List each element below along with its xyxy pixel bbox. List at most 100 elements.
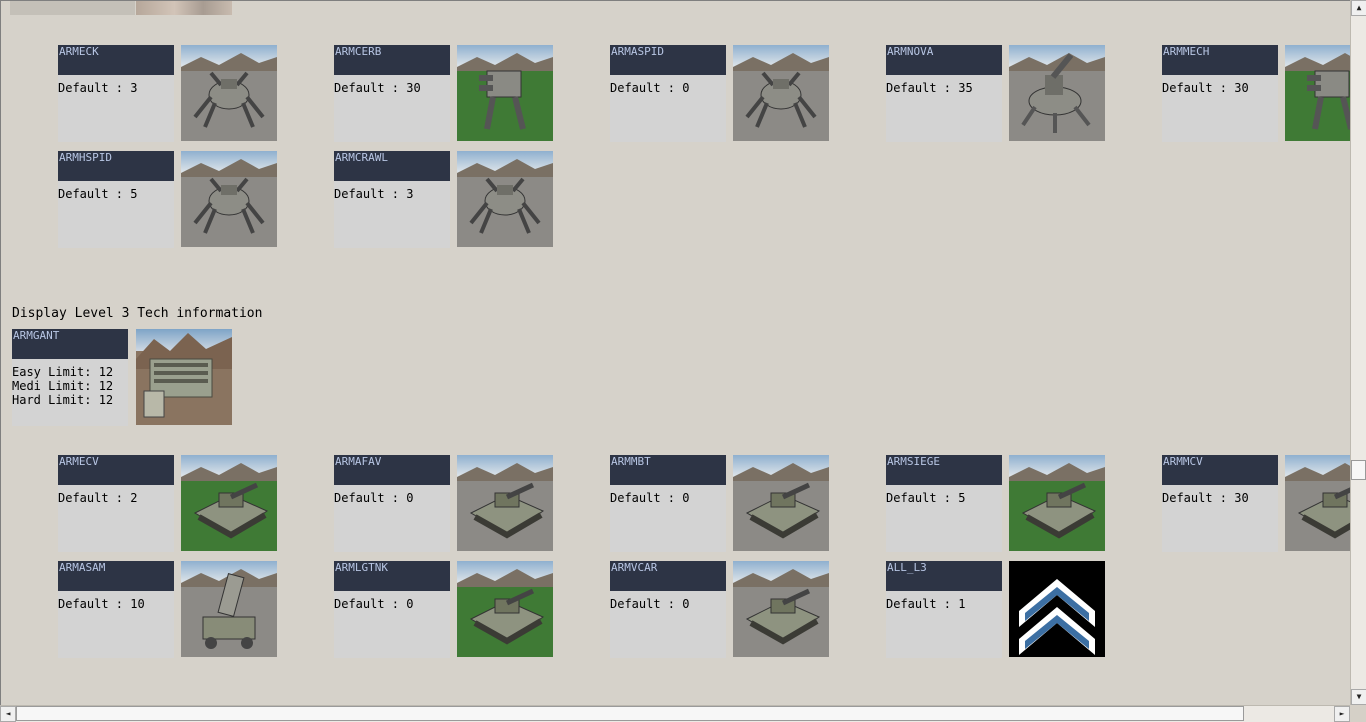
hard-limit: Hard Limit: 12 bbox=[12, 393, 114, 407]
unit-name: ARMECV bbox=[58, 455, 174, 485]
unit-default-limit: Default : 10 bbox=[58, 597, 145, 611]
scroll-up-button[interactable]: ▲ bbox=[1351, 0, 1366, 16]
vehicle-unit-image[interactable] bbox=[181, 455, 277, 551]
unit-card-armasam[interactable]: ARMASAM Default : 10 bbox=[58, 561, 278, 658]
vehicle-unit-image[interactable] bbox=[733, 561, 829, 657]
tank-unit-image[interactable] bbox=[457, 561, 553, 657]
unit-card-armmcv[interactable]: ARMMCV Default : 30 bbox=[1162, 455, 1351, 552]
unit-card-armmbt[interactable]: ARMMBT Default : 0 bbox=[610, 455, 830, 552]
cut-off-card bbox=[10, 1, 135, 15]
walker-unit-image[interactable] bbox=[1285, 45, 1351, 141]
walker-unit-image[interactable] bbox=[457, 45, 553, 141]
unit-name: ALL_L3 bbox=[886, 561, 1002, 591]
unit-name: ARMAFAV bbox=[334, 455, 450, 485]
unit-info: ARMNOVA Default : 35 bbox=[886, 45, 1002, 142]
vehicle-unit-image[interactable] bbox=[1285, 455, 1351, 551]
horizontal-scrollbar[interactable]: ◄ ► bbox=[0, 705, 1350, 722]
factory-building-image[interactable] bbox=[136, 329, 232, 425]
horizontal-scroll-thumb[interactable] bbox=[16, 706, 1244, 721]
medi-limit: Medi Limit: 12 bbox=[12, 379, 114, 393]
unit-info: ARMVCAR Default : 0 bbox=[610, 561, 726, 658]
unit-default-limit: Default : 0 bbox=[610, 491, 690, 505]
unit-card-all_l3[interactable]: ALL_L3 Default : 1 bbox=[886, 561, 1106, 658]
spider-unit-image[interactable] bbox=[733, 45, 829, 141]
unit-default-limit: Default : 35 bbox=[886, 81, 973, 95]
unit-default-limit: Default : 5 bbox=[886, 491, 966, 505]
unit-default-limit: Default : 0 bbox=[610, 597, 690, 611]
unit-default-limit: Default : 30 bbox=[1162, 81, 1249, 95]
unit-info: ARMASAM Default : 10 bbox=[58, 561, 174, 658]
section-title-level3: Display Level 3 Tech information bbox=[12, 306, 263, 321]
chevron-rank-icon[interactable] bbox=[1009, 561, 1105, 657]
cut-off-unit-image bbox=[136, 1, 232, 15]
unit-card-armnova[interactable]: ARMNOVA Default : 35 bbox=[886, 45, 1106, 142]
crawler-unit-image[interactable] bbox=[457, 151, 553, 247]
factory-name: ARMGANT bbox=[12, 329, 128, 359]
missile-unit-image[interactable] bbox=[181, 561, 277, 657]
unit-card-armafav[interactable]: ARMAFAV Default : 0 bbox=[334, 455, 554, 552]
unit-card-armhspid[interactable]: ARMHSPID Default : 5 bbox=[58, 151, 278, 248]
spider-unit-image[interactable] bbox=[181, 45, 277, 141]
unit-info: ARMMECH Default : 30 bbox=[1162, 45, 1278, 142]
unit-card-armaspid[interactable]: ARMASPID Default : 0 bbox=[610, 45, 830, 142]
factory-info: ARMGANT Easy Limit: 12 Medi Limit: 12 Ha… bbox=[12, 329, 128, 426]
tank-unit-image[interactable] bbox=[1009, 455, 1105, 551]
unit-default-limit: Default : 0 bbox=[610, 81, 690, 95]
vehicle-unit-image[interactable] bbox=[457, 455, 553, 551]
unit-name: ARMVCAR bbox=[610, 561, 726, 591]
unit-default-limit: Default : 0 bbox=[334, 597, 414, 611]
page-viewport: ARMECK Default : 3 ARMCERB Default : 30 ARMA… bbox=[0, 0, 1351, 706]
unit-info: ARMMCV Default : 30 bbox=[1162, 455, 1278, 552]
factory-card-armgant[interactable]: ARMGANT Easy Limit: 12 Medi Limit: 12 Ha… bbox=[12, 329, 232, 426]
unit-card-armmech[interactable]: ARMMECH Default : 30 bbox=[1162, 45, 1351, 142]
unit-info: ALL_L3 Default : 1 bbox=[886, 561, 1002, 658]
vertical-scroll-thumb[interactable] bbox=[1351, 460, 1366, 480]
unit-info: ARMHSPID Default : 5 bbox=[58, 151, 174, 248]
unit-name: ARMCRAWL bbox=[334, 151, 450, 181]
tank-unit-image[interactable] bbox=[733, 455, 829, 551]
scroll-right-button[interactable]: ► bbox=[1334, 706, 1350, 722]
unit-info: ARMAFAV Default : 0 bbox=[334, 455, 450, 552]
unit-info: ARMCERB Default : 30 bbox=[334, 45, 450, 142]
unit-default-limit: Default : 5 bbox=[58, 187, 138, 201]
unit-default-limit: Default : 3 bbox=[58, 81, 138, 95]
unit-card-armcerb[interactable]: ARMCERB Default : 30 bbox=[334, 45, 554, 142]
unit-default-limit: Default : 1 bbox=[886, 597, 966, 611]
unit-default-limit: Default : 30 bbox=[1162, 491, 1249, 505]
unit-default-limit: Default : 3 bbox=[334, 187, 414, 201]
unit-info: ARMSIEGE Default : 5 bbox=[886, 455, 1002, 552]
unit-name: ARMASAM bbox=[58, 561, 174, 591]
unit-name: ARMNOVA bbox=[886, 45, 1002, 75]
unit-card-armvcar[interactable]: ARMVCAR Default : 0 bbox=[610, 561, 830, 658]
unit-card-armlgtnk[interactable]: ARMLGTNK Default : 0 bbox=[334, 561, 554, 658]
factory-limits: Easy Limit: 12 Medi Limit: 12 Hard Limit… bbox=[12, 365, 113, 407]
unit-default-limit: Default : 0 bbox=[334, 491, 414, 505]
unit-info: ARMLGTNK Default : 0 bbox=[334, 561, 450, 658]
artillery-unit-image[interactable] bbox=[1009, 45, 1105, 141]
scroll-left-button[interactable]: ◄ bbox=[0, 706, 16, 722]
unit-default-limit: Default : 2 bbox=[58, 491, 138, 505]
unit-default-limit: Default : 30 bbox=[334, 81, 421, 95]
easy-limit: Easy Limit: 12 bbox=[12, 365, 114, 379]
vertical-scrollbar[interactable]: ▲ ▼ bbox=[1350, 0, 1366, 705]
unit-name: ARMMECH bbox=[1162, 45, 1278, 75]
unit-info: ARMECK Default : 3 bbox=[58, 45, 174, 142]
unit-name: ARMASPID bbox=[610, 45, 726, 75]
unit-name: ARMLGTNK bbox=[334, 561, 450, 591]
unit-info: ARMMBT Default : 0 bbox=[610, 455, 726, 552]
spider-unit-image[interactable] bbox=[181, 151, 277, 247]
unit-card-armecv[interactable]: ARMECV Default : 2 bbox=[58, 455, 278, 552]
unit-name: ARMHSPID bbox=[58, 151, 174, 181]
unit-name: ARMMBT bbox=[610, 455, 726, 485]
unit-name: ARMECK bbox=[58, 45, 174, 75]
unit-name: ARMCERB bbox=[334, 45, 450, 75]
unit-name: ARMMCV bbox=[1162, 455, 1278, 485]
unit-info: ARMCRAWL Default : 3 bbox=[334, 151, 450, 248]
unit-info: ARMECV Default : 2 bbox=[58, 455, 174, 552]
unit-name: ARMSIEGE bbox=[886, 455, 1002, 485]
unit-card-armcrawl[interactable]: ARMCRAWL Default : 3 bbox=[334, 151, 554, 248]
unit-card-armeck[interactable]: ARMECK Default : 3 bbox=[58, 45, 278, 142]
scroll-down-button[interactable]: ▼ bbox=[1351, 689, 1366, 705]
unit-info: ARMASPID Default : 0 bbox=[610, 45, 726, 142]
unit-card-armsiege[interactable]: ARMSIEGE Default : 5 bbox=[886, 455, 1106, 552]
